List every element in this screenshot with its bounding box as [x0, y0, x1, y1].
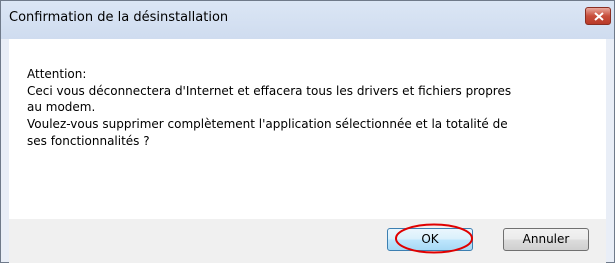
ok-button[interactable]: OK	[387, 228, 473, 251]
title-bar: Confirmation de la désinstallation	[1, 1, 614, 39]
uninstall-confirmation-dialog: Confirmation de la désinstallation Atten…	[0, 0, 615, 263]
message-line: au modem.	[27, 100, 96, 115]
close-button[interactable]	[585, 7, 611, 25]
message-line: Attention:	[27, 67, 87, 81]
message-line: Voulez-vous supprimer complètement l'app…	[27, 117, 508, 132]
close-icon	[594, 12, 604, 21]
message-line: Ceci vous déconnectera d'Internet et eff…	[27, 83, 512, 98]
cancel-button[interactable]: Annuler	[503, 228, 589, 251]
message-line: ses fonctionnalités ?	[27, 133, 150, 148]
dialog-title: Confirmation de la désinstallation	[9, 10, 229, 25]
message-text: Attention: Ceci vous déconnectera d'Inte…	[27, 66, 511, 150]
button-bar: OK Annuler	[9, 219, 606, 263]
message-area: Attention: Ceci vous déconnectera d'Inte…	[9, 39, 606, 219]
